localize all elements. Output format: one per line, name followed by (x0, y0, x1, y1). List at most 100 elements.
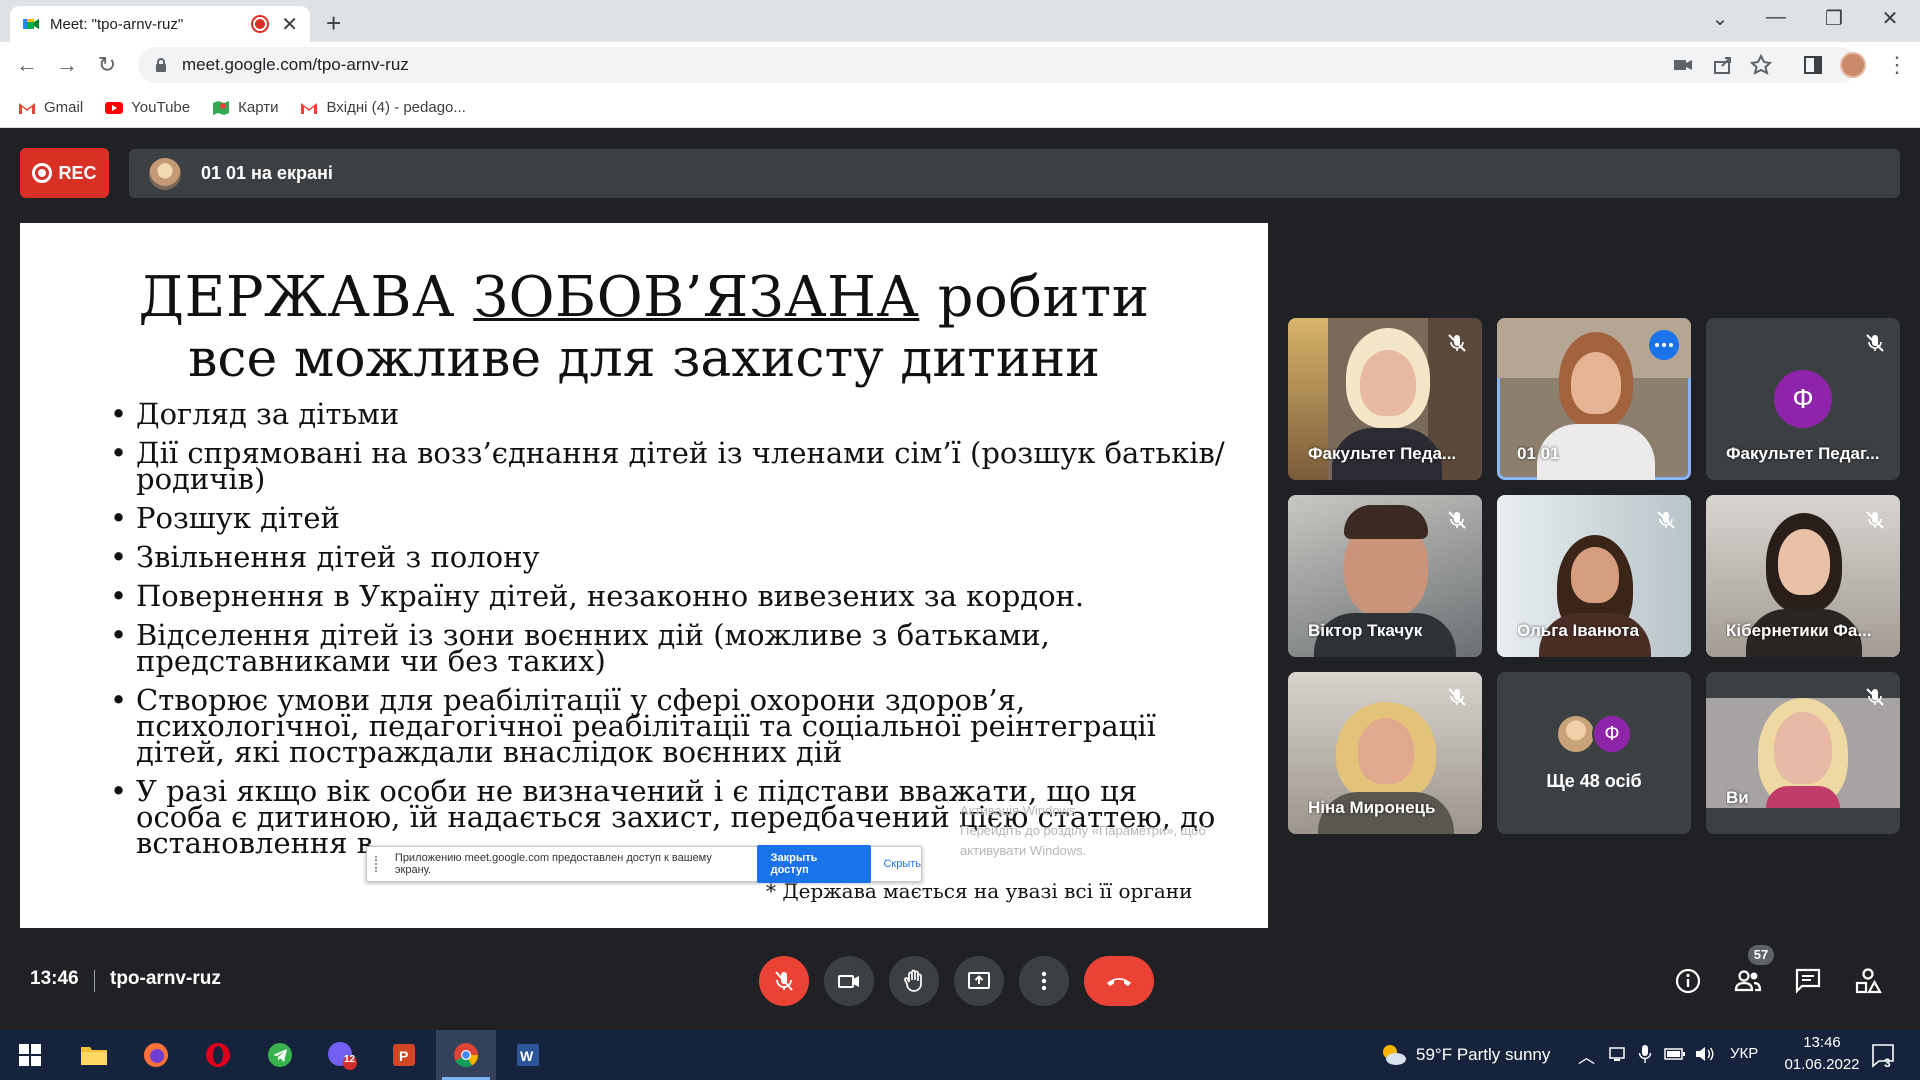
slide-title-line1: ДЕРЖАВА ЗОБОВ’ЯЗАНА робити (138, 265, 1150, 330)
more-options-icon[interactable] (1649, 330, 1679, 360)
participant-tile[interactable]: Факультет Педа... (1288, 318, 1482, 480)
participant-tile[interactable]: Кібернетики Фа... (1706, 495, 1900, 657)
more-vert-icon (1041, 971, 1047, 991)
hand-icon (904, 969, 922, 992)
slide-bullet: Повернення в Україну дітей, незаконно ви… (110, 582, 1230, 611)
slide-title-line2: все можливе для захисту дитини (188, 329, 1100, 389)
share-icon[interactable] (1710, 52, 1736, 78)
close-window-button[interactable]: ✕ (1870, 6, 1910, 31)
raise-hand-button[interactable] (889, 956, 939, 1006)
viber-app[interactable]: 12 (312, 1030, 372, 1080)
bookmark-youtube[interactable]: YouTube (105, 99, 190, 116)
svg-text:W: W (520, 1048, 534, 1064)
taskbar-date[interactable]: 01.06.2022 (1772, 1056, 1872, 1073)
recording-button[interactable]: REC (20, 148, 109, 198)
participant-tile[interactable]: Віктор Ткачук (1288, 495, 1482, 657)
minimize-button[interactable]: — (1756, 6, 1796, 29)
participant-body (1766, 786, 1840, 808)
profile-avatar[interactable] (1840, 52, 1866, 78)
participant-face (1358, 718, 1414, 784)
browser-toolbar: ← → ↻ meet.google.com/tpo-arnv-ruz ⋮ (0, 42, 1920, 88)
browser-menu-icon[interactable]: ⋮ (1882, 50, 1912, 80)
camera-toggle-button[interactable] (824, 956, 874, 1006)
divider (94, 970, 95, 992)
maximize-button[interactable]: ❐ (1814, 6, 1854, 31)
participant-face (1778, 529, 1830, 595)
address-bar[interactable]: meet.google.com/tpo-arnv-ruz (138, 47, 1858, 83)
phone-hangup-icon (1107, 978, 1131, 986)
chrome-app[interactable] (436, 1030, 496, 1080)
meeting-details-icon[interactable] (1673, 966, 1703, 996)
participant-face (1571, 547, 1619, 603)
participant-name: Ольга Іванюта (1517, 621, 1640, 640)
bookmark-inbox[interactable]: Вхідні (4) - pedago... (300, 99, 466, 116)
word-app[interactable]: W (498, 1030, 558, 1080)
powerpoint-app[interactable]: P (374, 1030, 434, 1080)
battery-icon[interactable] (1664, 1047, 1686, 1061)
volume-icon[interactable] (1694, 1044, 1716, 1064)
more-options-button[interactable] (1019, 956, 1069, 1006)
activities-icon[interactable] (1853, 966, 1883, 996)
taskbar-time[interactable]: 13:46 (1772, 1034, 1872, 1051)
chat-icon[interactable] (1793, 966, 1823, 996)
bookmark-star-icon[interactable] (1748, 52, 1774, 78)
opera-icon (206, 1043, 230, 1067)
opera-app[interactable] (188, 1030, 248, 1080)
camera-in-use-icon[interactable] (1670, 52, 1696, 78)
bookmark-maps[interactable]: Карти (212, 99, 278, 116)
forward-button[interactable]: → (52, 50, 82, 80)
bookmark-gmail[interactable]: Gmail (18, 99, 83, 116)
mic-off-icon (1866, 688, 1884, 706)
recording-indicator-icon (253, 17, 268, 31)
notification-center-icon[interactable] (1870, 1042, 1896, 1068)
participant-face (1774, 712, 1832, 784)
self-view-tile[interactable]: Ви (1706, 672, 1900, 834)
tab-search-icon[interactable]: ⌄ (1700, 6, 1740, 31)
gmail-icon (301, 102, 318, 114)
more-participants-tile[interactable]: Ф Ще 48 осіб (1497, 672, 1691, 834)
shared-screen-slide: ДЕРЖАВА ЗОБОВ’ЯЗАНА робити все можливе д… (20, 223, 1268, 928)
drag-handle[interactable] (375, 856, 385, 872)
side-panel-icon[interactable] (1798, 50, 1828, 80)
stop-sharing-button[interactable]: Закрыть доступ (756, 845, 872, 883)
input-language[interactable]: УКР (1730, 1045, 1758, 1062)
microphone-tray-icon[interactable] (1638, 1044, 1652, 1064)
browser-tab[interactable]: Meet: "tpo-arnv-ruz" ✕ (10, 6, 310, 42)
telegram-app[interactable] (250, 1030, 310, 1080)
presenter-avatar (149, 157, 181, 190)
new-tab-button[interactable]: + (326, 8, 341, 39)
windows-logo-icon (19, 1044, 41, 1066)
file-explorer-app[interactable] (64, 1030, 124, 1080)
show-hidden-icons-icon[interactable]: ︿ (1578, 1043, 1595, 1068)
participant-tile[interactable]: Ф Факультет Педаг... (1706, 318, 1900, 480)
participant-hair (1344, 505, 1428, 539)
microphone-toggle-button[interactable] (759, 956, 809, 1006)
hide-notice-link[interactable]: Скрыть (883, 858, 921, 870)
tab-close-icon[interactable]: ✕ (281, 12, 298, 37)
slide-bullet: Відселення дітей із зони воєнних дій (мо… (110, 621, 1230, 676)
participant-tile[interactable]: Ольга Іванюта (1497, 495, 1691, 657)
participant-letter-avatar: Ф (1592, 714, 1632, 754)
firefox-app[interactable] (126, 1030, 186, 1080)
participant-tile-active-speaker[interactable]: 01 01 (1497, 318, 1691, 480)
telegram-icon (268, 1043, 292, 1067)
present-screen-button[interactable] (954, 956, 1004, 1006)
participant-tile[interactable]: Ніна Миронець (1288, 672, 1482, 834)
people-icon[interactable] (1733, 966, 1763, 996)
presenter-bar: 01 01 на екрані (129, 149, 1900, 198)
leave-call-button[interactable] (1084, 956, 1154, 1006)
back-button[interactable]: ← (12, 50, 42, 80)
participant-name: Ви (1726, 788, 1749, 807)
start-button[interactable] (0, 1030, 60, 1080)
google-meet-icon (23, 19, 39, 29)
youtube-icon (105, 101, 124, 114)
participant-avatar (1556, 714, 1596, 754)
svg-text:P: P (399, 1048, 408, 1064)
participant-face (1360, 350, 1416, 416)
participant-name: Факультет Педаг... (1726, 444, 1880, 463)
reload-button[interactable]: ↻ (92, 50, 122, 80)
tab-title: Meet: "tpo-arnv-ruz" (50, 15, 184, 33)
meet-presenting-tray-icon[interactable] (1608, 1045, 1626, 1063)
slide-bullet: Розшук дітей (110, 504, 1230, 533)
weather-text[interactable]: 59°F Partly sunny (1416, 1045, 1550, 1065)
